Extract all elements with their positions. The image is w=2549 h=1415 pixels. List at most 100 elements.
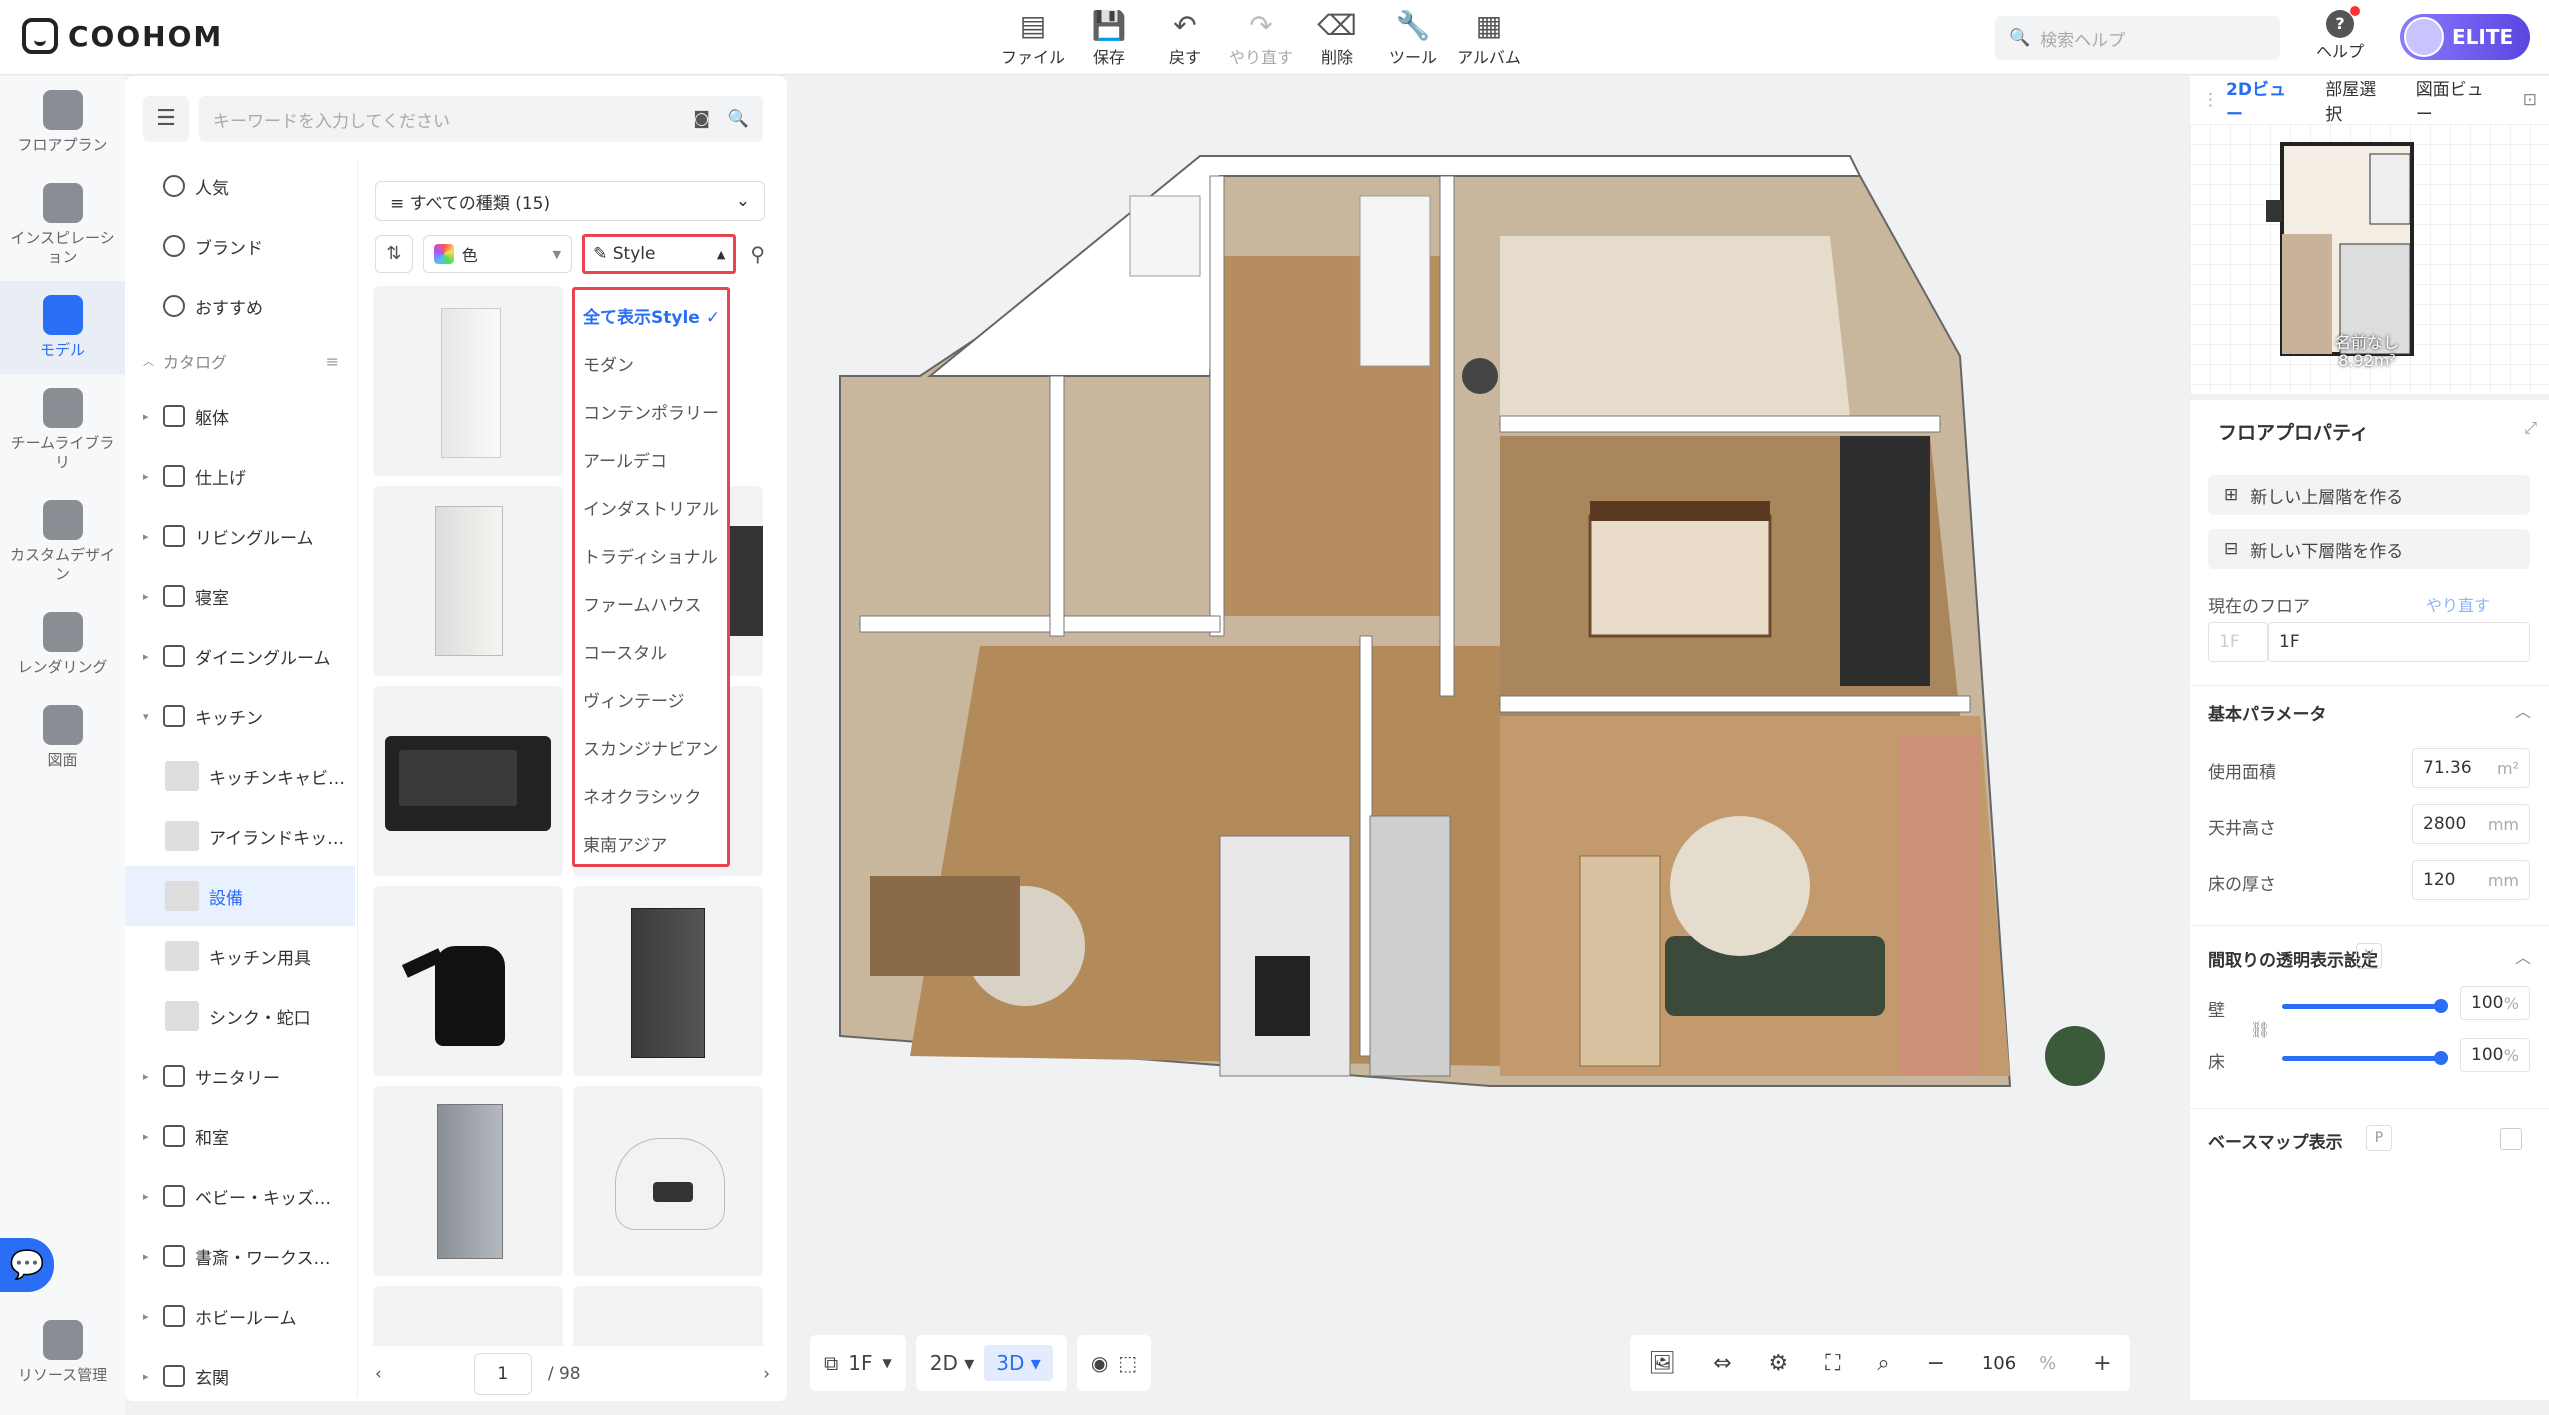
style-option[interactable]: 東南アジア	[575, 822, 727, 870]
zoom-area-icon[interactable]: ⌕	[1877, 1351, 1889, 1376]
minimap[interactable]: 名前なし 8.92m²	[2190, 124, 2549, 394]
catalog-search-input[interactable]: キーワードを入力してください ◙ 🔍	[199, 96, 763, 142]
quick-filter-item[interactable]: ブランド	[125, 216, 355, 276]
nav-item-0[interactable]: フロアプラン	[0, 76, 125, 169]
help-search-input[interactable]: 🔍 検索ヘルプ	[1995, 16, 2280, 60]
nav-item-3[interactable]: チームライブラリ	[0, 374, 125, 486]
zoom-input[interactable]: 106 %	[1982, 1353, 2056, 1374]
product-card-fridge-white[interactable]	[373, 286, 563, 476]
zoom-in-icon[interactable]: +	[2093, 1351, 2111, 1376]
catalog-tree-item[interactable]: 設備	[125, 866, 355, 926]
chevron-up-icon[interactable]: ︿	[2515, 698, 2531, 722]
expand-icon[interactable]: ⤢	[2524, 418, 2537, 438]
view-tab[interactable]: 図面ビュー	[2416, 75, 2499, 125]
catalog-tree-item[interactable]: ▸ 仕上げ	[125, 446, 355, 506]
product-card-microwave[interactable]	[373, 686, 563, 876]
type-filter-select[interactable]: ≡ すべての種類 (15) ⌄	[375, 181, 765, 221]
catalog-tree-item[interactable]: ▸ 躯体	[125, 386, 355, 446]
style-filter-select[interactable]: ✎ Style ▲	[582, 234, 737, 274]
style-option[interactable]: トラディショナル	[575, 534, 727, 582]
product-card-fridge-cream[interactable]	[373, 486, 563, 676]
style-option[interactable]: スカンジナビアン	[575, 726, 727, 774]
view-2d-button[interactable]: 2D ▾	[930, 1351, 975, 1375]
coohom-logo[interactable]: COOHOM	[22, 18, 223, 54]
view-tab[interactable]: 2Dビュー	[2226, 75, 2301, 125]
image-icon[interactable]: 🖼	[1648, 1351, 1676, 1376]
funnel-icon[interactable]: ⚲	[750, 242, 765, 266]
floor-selector[interactable]: ⧉ 1F ▼	[810, 1335, 906, 1391]
toolbar-file-button[interactable]: ▤ ファイル	[995, 8, 1071, 68]
prev-page-icon[interactable]: ‹	[375, 1364, 382, 1384]
nav-item-1[interactable]: インスピレーション	[0, 169, 125, 281]
catalog-tree-item[interactable]: ▸ 玄関	[125, 1346, 355, 1406]
sort-icon[interactable]: ⇅	[375, 235, 413, 273]
ceiling-height-input[interactable]: 2800 mm	[2412, 804, 2530, 844]
add-lower-floor-button[interactable]: ⊟ 新しい下層階を作る	[2208, 529, 2530, 569]
catalog-section-header[interactable]: ︿ カタログ ≡	[125, 336, 355, 386]
style-option[interactable]: アールデコ	[575, 438, 727, 486]
style-option[interactable]: コースタル	[575, 630, 727, 678]
chat-button[interactable]: 💬	[0, 1238, 54, 1292]
style-option[interactable]: コンテンポラリー	[575, 390, 727, 438]
catalog-tree-item[interactable]: アイランドキッ…	[125, 806, 355, 866]
catalog-tree-item[interactable]: ▸ 和室	[125, 1106, 355, 1166]
wall-opacity-input[interactable]: 100%	[2460, 986, 2530, 1020]
catalog-tree-item[interactable]: キッチン用具	[125, 926, 355, 986]
style-option[interactable]: 全て表示Style ✓	[575, 294, 727, 342]
product-card-partial-2[interactable]	[573, 1286, 763, 1346]
style-option[interactable]: ヴィンテージ	[575, 678, 727, 726]
basemap-checkbox[interactable]	[2500, 1128, 2522, 1150]
catalog-tree-item[interactable]: ▸ ベビー・キッズ…	[125, 1166, 355, 1226]
product-card-fridge-silver[interactable]	[373, 1086, 563, 1276]
style-option[interactable]: インダストリアル	[575, 486, 727, 534]
account-badge[interactable]: ELITE	[2400, 14, 2530, 60]
product-card-rice-cooker[interactable]	[573, 1086, 763, 1276]
nav-item-5[interactable]: レンダリング	[0, 598, 125, 691]
toolbar-eraser-button[interactable]: ⌫ 削除	[1299, 8, 1375, 68]
nav-item-6[interactable]: 図面	[0, 691, 125, 784]
page-input[interactable]: 1	[473, 1353, 532, 1395]
popout-icon[interactable]: ⊡	[2523, 90, 2537, 110]
catalog-tree-item[interactable]: キッチンキャビ…	[125, 746, 355, 806]
view-3d-button[interactable]: 3D ▾	[984, 1345, 1053, 1381]
collapse-menu-icon[interactable]: ☰	[143, 96, 189, 142]
cube-icon[interactable]: ⬚	[1118, 1351, 1137, 1375]
floor-name-input[interactable]: 1F	[2268, 622, 2530, 662]
nav-item-4[interactable]: カスタムデザイン	[0, 486, 125, 598]
catalog-tree-item[interactable]: ▸ サニタリー	[125, 1046, 355, 1106]
nav-item-2[interactable]: モデル	[0, 281, 125, 374]
color-filter-select[interactable]: 色 ▼	[422, 235, 573, 273]
floor-opacity-slider[interactable]	[2282, 1051, 2448, 1065]
next-page-icon[interactable]: ›	[763, 1364, 770, 1384]
catalog-tree-item[interactable]: ▾ キッチン	[125, 686, 355, 746]
style-option[interactable]: ネオクラシック	[575, 774, 727, 822]
catalog-tree-item[interactable]: ▸ 寝室	[125, 566, 355, 626]
eye-icon[interactable]: ◉	[1091, 1351, 1108, 1375]
toolbar-wrench-button[interactable]: 🔧 ツール	[1375, 8, 1451, 68]
drag-handle-icon[interactable]: ⋮	[2202, 90, 2219, 110]
toolbar-redo-button[interactable]: ↷ やり直す	[1223, 8, 1299, 68]
floor-thickness-input[interactable]: 120 mm	[2412, 860, 2530, 900]
help-button[interactable]: ? ヘルプ	[2310, 6, 2370, 62]
area-input[interactable]: 71.36 m²	[2412, 748, 2530, 788]
zoom-out-icon[interactable]: −	[1927, 1351, 1945, 1376]
toolbar-album-button[interactable]: ▦ アルバム	[1451, 8, 1527, 68]
wall-opacity-slider[interactable]	[2282, 999, 2448, 1013]
redo-link[interactable]: やり直す	[2426, 592, 2490, 616]
filter-settings-icon[interactable]: ≡	[326, 352, 339, 371]
quick-filter-item[interactable]: 人気	[125, 156, 355, 216]
toolbar-undo-button[interactable]: ↶ 戻す	[1147, 8, 1223, 68]
fit-width-icon[interactable]: ⇔	[1713, 1351, 1731, 1376]
product-card-fridge-black[interactable]	[573, 886, 763, 1076]
toolbar-save-button[interactable]: 💾 保存	[1071, 8, 1147, 68]
catalog-tree-item[interactable]: ▸ リビングルーム	[125, 506, 355, 566]
fit-screen-icon[interactable]: ⛶	[1825, 1351, 1840, 1376]
product-card-partial-1[interactable]	[373, 1286, 563, 1346]
catalog-tree-item[interactable]: ▸ ダイニングルーム	[125, 626, 355, 686]
style-option[interactable]: モダン	[575, 342, 727, 390]
chevron-up-icon[interactable]: ︿	[2515, 944, 2531, 968]
settings-view-icon[interactable]: ⚙	[1769, 1351, 1789, 1376]
nav-resource-management[interactable]: リソース管理	[0, 1306, 125, 1399]
quick-filter-item[interactable]: おすすめ	[125, 276, 355, 336]
link-icon[interactable]: ⛓	[2250, 1020, 2270, 1039]
